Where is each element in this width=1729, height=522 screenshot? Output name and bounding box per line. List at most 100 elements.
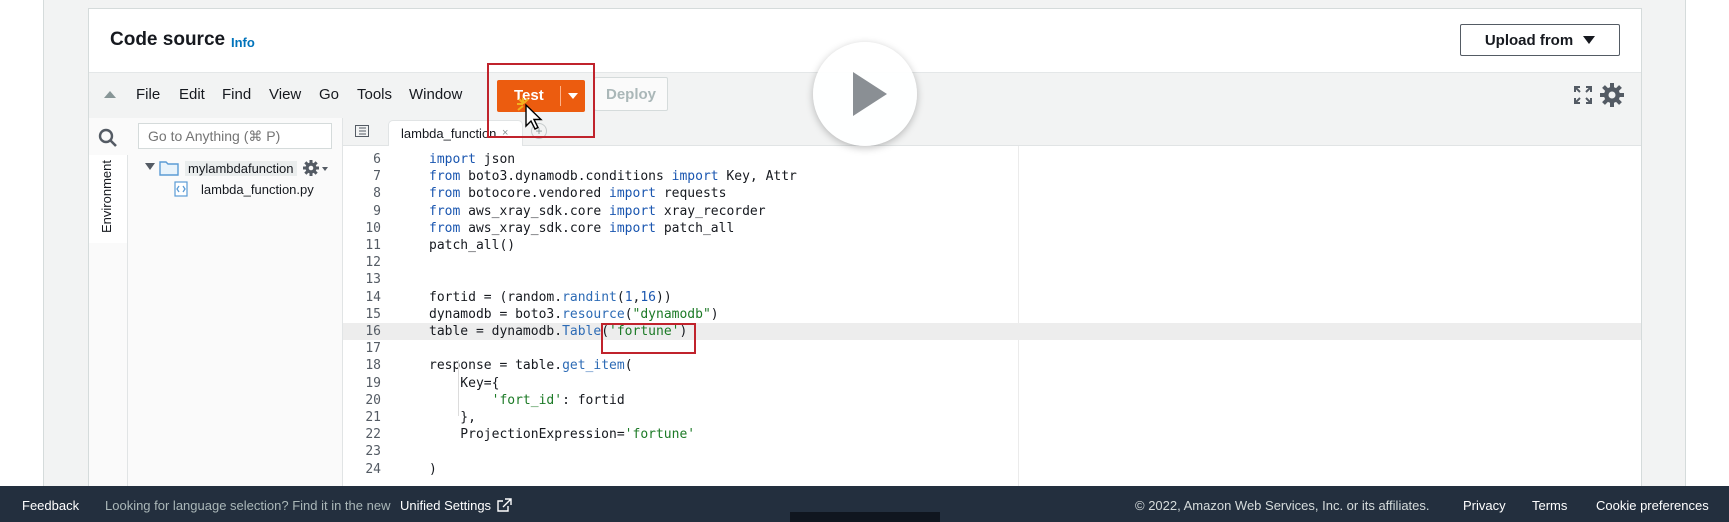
environment-tab[interactable]: Environment: [89, 155, 128, 243]
line-number: 18: [365, 358, 381, 374]
play-icon: [853, 72, 887, 116]
collapse-icon[interactable]: [104, 91, 116, 98]
menu-go[interactable]: Go: [319, 86, 339, 103]
line-number: 20: [365, 392, 381, 408]
code-text: dynamodb = boto3.resource("dynamodb"): [429, 306, 719, 322]
chevron-down-icon: [1583, 36, 1596, 44]
upload-from-button[interactable]: Upload from: [1460, 24, 1620, 56]
menu-find[interactable]: Find: [222, 86, 251, 103]
terms-link[interactable]: Terms: [1532, 498, 1567, 513]
table-name-highlight: [601, 323, 696, 354]
external-link-icon[interactable]: [497, 498, 512, 512]
language-notice: Looking for language selection? Find it …: [105, 498, 391, 513]
gear-icon[interactable]: [1599, 82, 1625, 108]
code-line[interactable]: 15 dynamodb = boto3.resource("dynamodb"): [343, 306, 1641, 323]
line-number: 14: [365, 289, 381, 305]
feedback-link[interactable]: Feedback: [22, 498, 79, 513]
line-number: 19: [365, 375, 381, 391]
chevron-down-icon: [322, 167, 328, 171]
sidebar-rail: [89, 243, 128, 487]
code-line[interactable]: 10 from aws_xray_sdk.core import patch_al…: [343, 220, 1641, 237]
line-number: 6: [373, 152, 381, 167]
line-number: 9: [373, 203, 381, 219]
go-to-anything-input[interactable]: [138, 123, 332, 149]
code-text: ): [429, 461, 437, 477]
left-rail: [0, 0, 44, 486]
code-line[interactable]: 9 from aws_xray_sdk.core import xray_reco…: [343, 203, 1641, 220]
code-text: ProjectionExpression='fortune': [429, 427, 696, 443]
code-line[interactable]: 23: [343, 443, 1641, 460]
info-link[interactable]: Info: [231, 35, 255, 50]
menu-window[interactable]: Window: [409, 86, 462, 103]
code-text: patch_all(): [429, 238, 516, 253]
code-editor[interactable]: 6 import json 7 from boto3.dynamodb.conditi…: [343, 146, 1641, 487]
code-line[interactable]: 7 from boto3.dynamodb.conditions import K…: [343, 168, 1641, 185]
unified-settings-link[interactable]: Unified Settings: [400, 498, 491, 513]
panel-title: Code source: [110, 29, 226, 50]
file-icon: [174, 181, 188, 197]
privacy-link[interactable]: Privacy: [1463, 498, 1506, 513]
line-number: 10: [365, 220, 381, 236]
code-line[interactable]: 20 'fort_id': fortid: [343, 392, 1641, 409]
line-number: 15: [365, 306, 381, 322]
folder-item-mylambdafunction[interactable]: mylambdafunction: [185, 161, 297, 176]
line-number: 16: [365, 324, 381, 339]
line-number: 12: [365, 255, 381, 271]
environment-tab-label: Environment: [99, 160, 114, 233]
code-line[interactable]: 6 import json: [343, 151, 1641, 168]
tree-expand-icon[interactable]: [145, 163, 155, 170]
copyright-text: © 2022, Amazon Web Services, Inc. or its…: [1135, 498, 1430, 513]
line-number: 7: [373, 169, 381, 185]
code-text: from aws_xray_sdk.core import xray_recor…: [429, 203, 766, 219]
code-text: from boto3.dynamodb.conditions import Ke…: [429, 169, 797, 185]
search-icon[interactable]: [98, 128, 118, 148]
code-text: Key={: [429, 375, 500, 391]
right-rail: [1685, 0, 1729, 486]
gear-icon[interactable]: [302, 159, 320, 177]
code-line[interactable]: 24): [343, 461, 1641, 478]
code-line[interactable]: 21 },: [343, 409, 1641, 426]
code-line[interactable]: 19 Key={: [343, 375, 1641, 392]
code-line[interactable]: 11 patch_all(): [343, 237, 1641, 254]
code-text: from aws_xray_sdk.core import patch_all: [429, 220, 735, 236]
file-item-lambda-function[interactable]: lambda_function.py: [201, 182, 314, 197]
code-line[interactable]: 13: [343, 271, 1641, 288]
code-text: response = table.get_item(: [429, 358, 633, 374]
line-number: 21: [365, 410, 381, 425]
line-number: 8: [373, 186, 381, 202]
video-play-button[interactable]: [813, 42, 917, 146]
code-line[interactable]: 14 fortid = (random.randint(1,16)): [343, 289, 1641, 306]
indent-guide: [458, 360, 459, 416]
tab-list-icon[interactable]: [355, 125, 369, 137]
code-line[interactable]: 12: [343, 254, 1641, 271]
code-line[interactable]: 8 from botocore.vendored import requests: [343, 185, 1641, 202]
page-footer: Feedback Looking for language selection?…: [0, 486, 1729, 522]
code-text: from botocore.vendored import requests: [429, 186, 727, 202]
code-line[interactable]: 22 ProjectionExpression='fortune': [343, 426, 1641, 443]
line-number: 24: [365, 461, 381, 477]
code-line[interactable]: 18 response = table.get_item(: [343, 357, 1641, 374]
code-text: },: [429, 410, 476, 425]
code-text: fortid = (random.randint(1,16)): [429, 289, 672, 305]
environment-sidebar: Environment mylambdafunction: [89, 118, 343, 487]
video-scrubber-bar: [790, 512, 940, 522]
menu-tools[interactable]: Tools: [357, 86, 392, 103]
code-text: import json: [429, 152, 516, 167]
line-number: 17: [365, 341, 381, 357]
menu-file[interactable]: File: [136, 86, 160, 103]
folder-icon: [159, 161, 179, 176]
menu-edit[interactable]: Edit: [179, 86, 205, 103]
cursor-icon: [517, 98, 543, 130]
upload-from-label: Upload from: [1484, 31, 1574, 49]
cookie-preferences-link[interactable]: Cookie preferences: [1596, 498, 1709, 513]
fullscreen-icon[interactable]: [1573, 85, 1593, 105]
line-number: 23: [365, 444, 381, 460]
line-number: 22: [365, 427, 381, 443]
tab-label: lambda_function: [401, 126, 497, 141]
menu-view[interactable]: View: [269, 86, 301, 103]
code-line[interactable]: 17: [343, 340, 1641, 357]
line-number: 13: [365, 272, 381, 288]
code-line[interactable]: 16 table = dynamodb.Table('fortune'): [343, 323, 1641, 340]
deploy-button[interactable]: Deploy: [594, 77, 668, 111]
line-number: 11: [365, 238, 381, 253]
